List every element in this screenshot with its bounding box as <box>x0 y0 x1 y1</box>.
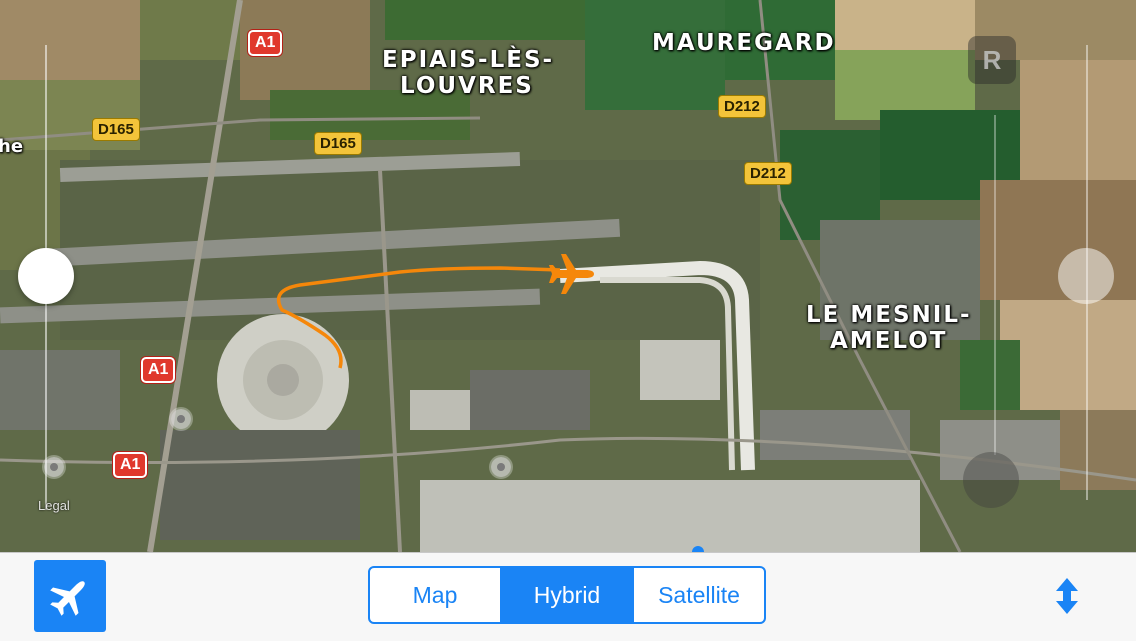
place-label-mesnil-line2: AMELOT <box>830 328 948 354</box>
place-label-epiais-line1: EPIAIS-LÈS- <box>382 47 555 73</box>
expand-toggle-button[interactable] <box>1052 576 1082 616</box>
road-label-d165-west: D165 <box>92 118 140 141</box>
motorway-label-a1-south: A1 <box>113 452 148 478</box>
place-label-epiais-line2: LOUVRES <box>400 73 534 99</box>
right-slider-knob[interactable] <box>1058 248 1114 304</box>
place-label-mesnil-line1: LE MESNIL- <box>806 302 972 328</box>
map-type-map[interactable]: Map <box>370 568 500 622</box>
map-type-satellite[interactable]: Satellite <box>632 568 764 622</box>
flight-mode-button[interactable] <box>34 560 106 632</box>
map-pin[interactable] <box>171 409 191 429</box>
place-label-mauregard: MAUREGARD <box>652 30 836 56</box>
map-pin[interactable] <box>44 457 64 477</box>
legal-link[interactable]: Legal <box>38 498 70 513</box>
airplane-icon <box>50 581 85 616</box>
map-pin[interactable] <box>491 457 511 477</box>
map-type-segmented-control: Map Hybrid Satellite <box>368 566 766 624</box>
compass-dial[interactable] <box>963 452 1019 508</box>
place-label-partial: he <box>0 136 24 157</box>
satellite-map[interactable]: MAUREGARD EPIAIS-LÈS- LOUVRES LE MESNIL-… <box>0 0 1136 552</box>
motorway-label-a1-north: A1 <box>248 30 283 56</box>
right-slider-track-inner[interactable] <box>994 115 996 455</box>
road-label-d212-north: D212 <box>718 95 766 118</box>
road-label-d165-east: D165 <box>314 132 362 155</box>
up-down-arrow-icon <box>1056 578 1078 614</box>
road-label-d212-south: D212 <box>744 162 792 185</box>
rotate-map-button[interactable]: R <box>968 36 1016 84</box>
left-slider-knob[interactable] <box>18 248 74 304</box>
map-type-hybrid[interactable]: Hybrid <box>500 568 632 622</box>
motorway-label-a1-mid: A1 <box>141 357 176 383</box>
